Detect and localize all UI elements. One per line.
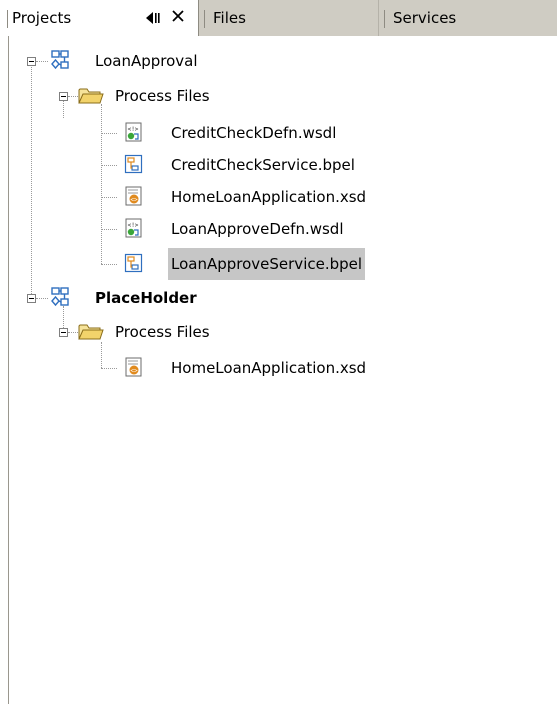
open-folder-icon (78, 88, 104, 104)
tree-node-file[interactable]: <!> LoanApproveDefn.wsdl (120, 213, 420, 245)
tree-connector (36, 298, 48, 299)
tab-files[interactable]: Files (199, 0, 379, 36)
tree-connector (101, 104, 102, 264)
tree-node-file[interactable]: <> HomeLoanApplication.xsd (120, 352, 420, 384)
tree-connector (31, 62, 32, 298)
collapse-toggle-icon[interactable] (59, 92, 68, 101)
xsd-file-icon: <> (125, 357, 142, 377)
svg-text:<>: <> (130, 197, 138, 204)
xsd-file-icon: <> (125, 186, 142, 206)
tree-node-placeholder[interactable]: PlaceHolder (22, 282, 422, 314)
tree-connector (101, 229, 117, 230)
tab-files-label: Files (213, 9, 246, 27)
tab-separator (384, 10, 385, 28)
svg-text:<>: <> (130, 368, 138, 375)
tab-services-label: Services (393, 9, 457, 27)
tree-node-label: HomeLoanApplication.xsd (171, 359, 367, 377)
tree-node-file[interactable]: CreditCheckService.bpel (120, 149, 420, 181)
tree-node-label: LoanApproveDefn.wsdl (171, 220, 344, 238)
tree-connector (101, 197, 117, 198)
wsdl-file-icon: <!> (125, 218, 142, 238)
tree-connector (101, 264, 117, 265)
tree-node-label: CreditCheckDefn.wsdl (171, 124, 337, 142)
tree-connector (68, 332, 78, 333)
collapse-toggle-icon[interactable] (27, 57, 36, 66)
tree-node-loanapproval[interactable]: LoanApproval (22, 45, 422, 77)
wsdl-file-icon: <!> (125, 122, 142, 142)
tree-node-label: Process Files (115, 323, 210, 341)
project-icon (51, 287, 69, 307)
panel-border (8, 36, 9, 704)
tree-connector (36, 61, 48, 62)
minimize-window-icon[interactable] (143, 9, 161, 27)
svg-text:<!>: <!> (128, 222, 139, 229)
tab-strip: Projects Files Services (0, 0, 557, 37)
tab-services[interactable]: Services (379, 0, 557, 36)
tree-node-process-files[interactable]: Process Files (54, 80, 374, 112)
tab-separator (7, 10, 8, 28)
tree-node-file-selected[interactable]: LoanApproveService.bpel (120, 248, 420, 280)
projects-tree: LoanApproval Process Files <!> CreditChe… (0, 36, 557, 704)
tree-connector (101, 368, 117, 369)
tab-separator (204, 10, 205, 28)
open-folder-icon (78, 324, 104, 340)
project-icon (51, 50, 69, 70)
tree-node-label: HomeLoanApplication.xsd (171, 188, 367, 206)
tree-node-file[interactable]: <!> CreditCheckDefn.wsdl (120, 117, 420, 149)
tree-connector (101, 165, 117, 166)
tree-node-label: CreditCheckService.bpel (171, 156, 355, 174)
tree-node-file[interactable]: <> HomeLoanApplication.xsd (120, 181, 420, 213)
tab-projects[interactable]: Projects (0, 0, 199, 37)
tree-node-label: Process Files (115, 87, 210, 105)
tree-connector (68, 96, 78, 97)
svg-text:<!>: <!> (128, 126, 139, 133)
collapse-toggle-icon[interactable] (59, 328, 68, 337)
bpel-file-icon (124, 154, 143, 174)
tree-node-label: LoanApproveService.bpel (168, 248, 366, 280)
tab-projects-label: Projects (12, 9, 72, 27)
collapse-toggle-icon[interactable] (27, 294, 36, 303)
tree-connector (101, 133, 117, 134)
close-tab-icon[interactable] (169, 9, 187, 27)
bpel-file-icon (124, 253, 143, 273)
tree-node-process-files[interactable]: Process Files (54, 316, 374, 348)
tree-node-label: LoanApproval (95, 52, 198, 70)
tree-node-label: PlaceHolder (95, 289, 197, 307)
